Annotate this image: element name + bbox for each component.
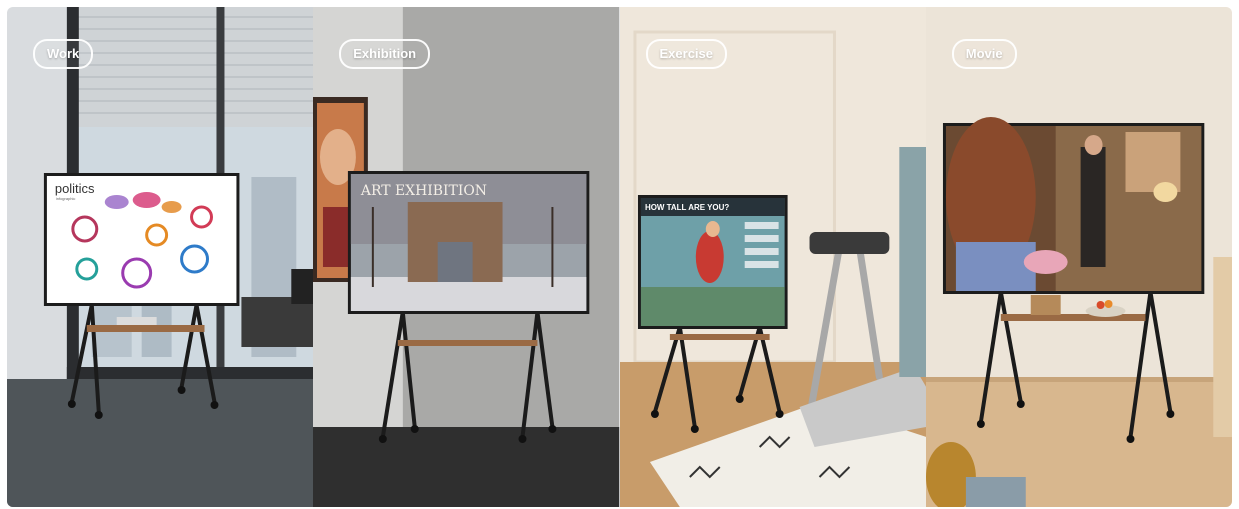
panel-work[interactable]: politics infographic Work: [7, 7, 314, 507]
label-movie[interactable]: Movie: [951, 39, 1017, 69]
panel-movie[interactable]: Movie: [925, 7, 1232, 507]
exercise-home-gym-scene: HOW TALL ARE YOU?: [619, 7, 926, 507]
label-work[interactable]: Work: [33, 39, 94, 69]
tv-title-text: ART EXHIBITION: [360, 183, 487, 199]
tv-brand-text: politics: [55, 181, 95, 196]
exhibition-gallery-scene: ART EXHIBITION: [313, 7, 620, 507]
panel-exercise[interactable]: HOW TALL ARE YOU? Exercise: [619, 7, 926, 507]
tv-title-text: HOW TALL ARE YOU?: [644, 203, 728, 212]
work-office-scene: politics infographic: [7, 7, 314, 507]
label-exhibition[interactable]: Exhibition: [339, 39, 431, 69]
usage-scenario-gallery: politics infographic Work ART EXHIBITION…: [7, 7, 1232, 507]
label-exercise[interactable]: Exercise: [645, 39, 727, 69]
panel-exhibition[interactable]: ART EXHIBITION Exhibition: [313, 7, 620, 507]
movie-living-room-scene: [925, 7, 1232, 507]
tv-subtitle-text: infographic: [56, 196, 75, 201]
